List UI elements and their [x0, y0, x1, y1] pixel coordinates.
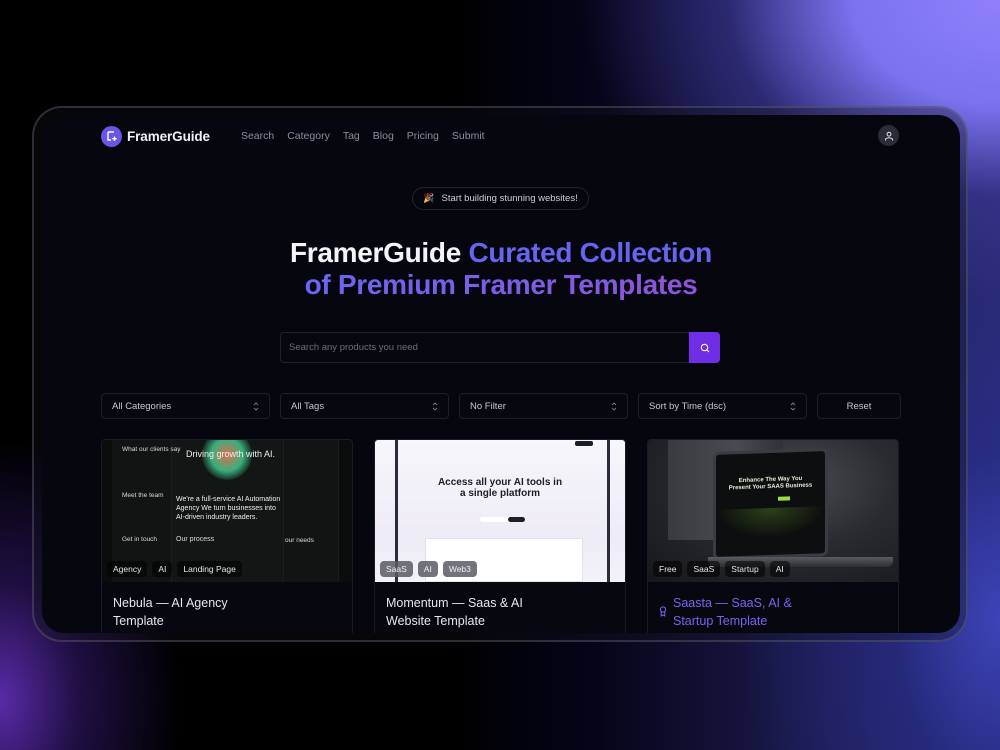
tag[interactable]: Web3 — [442, 561, 477, 577]
template-thumbnail[interactable]: Access all your AI tools in a single pla… — [375, 440, 625, 582]
tag[interactable]: SaaS — [687, 561, 721, 577]
party-popper-icon: 🎉 — [423, 193, 435, 203]
preview-heading: a single platform — [459, 488, 540, 499]
nav-link-blog[interactable]: Blog — [373, 130, 394, 142]
tag[interactable]: Agency — [107, 561, 148, 577]
title-line-2: of Premium Framer Templates — [304, 269, 698, 300]
award-icon — [659, 604, 667, 622]
nav-link-category[interactable]: Category — [287, 130, 330, 142]
filter-bar: All Categories All Tags No Filter Sort b… — [101, 393, 901, 419]
nav-link-submit[interactable]: Submit — [452, 130, 485, 142]
card-title-line: Website Template — [386, 614, 485, 628]
chevron-up-down-icon — [611, 401, 617, 411]
sort-select-value: Sort by Time (dsc) — [649, 400, 727, 412]
user-account-button[interactable] — [878, 125, 899, 146]
preview-cta — [575, 441, 593, 446]
nav-link-pricing[interactable]: Pricing — [407, 130, 439, 142]
template-thumbnail[interactable]: What our clients say Meet the team Get i… — [102, 440, 352, 582]
title-brand: FramerGuide — [290, 237, 461, 268]
preview-body: We're a full-service AI Automation Agenc… — [176, 496, 281, 521]
preview-divider — [607, 440, 610, 582]
template-grid: What our clients say Meet the team Get i… — [101, 439, 899, 633]
tags-select[interactable]: All Tags — [280, 393, 449, 419]
category-select[interactable]: All Categories — [101, 393, 270, 419]
preview-button — [508, 517, 525, 522]
nav-link-search[interactable]: Search — [241, 130, 274, 142]
nav-links: Search Category Tag Blog Pricing Submit — [241, 130, 498, 142]
preview-cta — [778, 496, 790, 501]
search-button[interactable] — [689, 332, 720, 363]
chevron-up-down-icon — [253, 401, 259, 411]
tag[interactable]: Free — [653, 561, 683, 577]
tag[interactable]: SaaS — [380, 561, 413, 577]
category-select-value: All Categories — [112, 400, 172, 412]
filter-select-value: No Filter — [470, 400, 506, 412]
template-card-momentum[interactable]: Access all your AI tools in a single pla… — [374, 439, 626, 633]
card-title-line: Template — [113, 614, 164, 628]
preview-label: Meet the team — [122, 492, 164, 499]
preview-heading: Driving growth with AI. — [186, 449, 276, 459]
browser-screen: FramerGuide Search Category Tag Blog Pri… — [42, 115, 960, 633]
tag[interactable]: AI — [769, 561, 790, 577]
tag[interactable]: Landing Page — [177, 561, 242, 577]
nav-link-tag[interactable]: Tag — [343, 130, 360, 142]
announcement-badge: 🎉 Start building stunning websites! — [412, 187, 589, 210]
badge-text: Start building stunning websites! — [441, 193, 578, 204]
preview-heading: Access all your AI tools in — [437, 477, 563, 488]
chevron-up-down-icon — [432, 401, 438, 411]
tag[interactable]: AI — [152, 561, 173, 577]
card-title[interactable]: Saasta — SaaS, AI & Startup Template — [648, 582, 898, 633]
preview-heading: Enhance The Way You Present Your SAAS Bu… — [716, 475, 825, 493]
template-card-nebula[interactable]: What our clients say Meet the team Get i… — [101, 439, 353, 633]
reset-button[interactable]: Reset — [817, 393, 901, 419]
template-thumbnail[interactable]: Enhance The Way You Present Your SAAS Bu… — [648, 440, 898, 582]
search-input[interactable] — [281, 333, 689, 362]
preview-label: What our clients say — [122, 446, 181, 453]
logo-icon[interactable] — [101, 125, 122, 147]
page-title: FramerGuide Curated Collection of Premiu… — [42, 237, 960, 301]
user-icon — [884, 131, 893, 140]
preview-column — [284, 440, 339, 582]
card-title[interactable]: Nebula — AI Agency Template — [102, 582, 352, 633]
card-title[interactable]: Momentum — Saas & AI Website Template — [375, 582, 625, 633]
card-title-line: Startup Template — [673, 614, 768, 628]
preview-laptop: Enhance The Way You Present Your SAAS Bu… — [713, 447, 828, 561]
tag-list: Free SaaS Startup AI — [653, 561, 790, 577]
top-nav: FramerGuide Search Category Tag Blog Pri… — [101, 125, 498, 147]
preview-label: our needs — [285, 537, 314, 544]
tags-select-value: All Tags — [291, 400, 325, 412]
chevron-up-down-icon — [790, 401, 796, 411]
preview-label: Get in touch — [122, 536, 158, 543]
tag[interactable]: Startup — [725, 561, 765, 577]
card-title-line: Saasta — SaaS, AI & — [673, 596, 792, 610]
sort-select[interactable]: Sort by Time (dsc) — [638, 393, 807, 419]
tag[interactable]: AI — [417, 561, 438, 577]
template-card-saasta[interactable]: Enhance The Way You Present Your SAAS Bu… — [647, 439, 899, 633]
title-highlight: Curated Collection — [468, 237, 712, 268]
filter-select[interactable]: No Filter — [459, 393, 628, 419]
card-title-line: Momentum — Saas & AI — [386, 596, 523, 610]
search-bar — [280, 332, 720, 363]
preview-glow — [716, 506, 825, 540]
brand-name[interactable]: FramerGuide — [127, 129, 210, 144]
card-title-line: Nebula — AI Agency — [113, 596, 228, 610]
tag-list: Agency AI Landing Page — [107, 561, 242, 577]
preview-label: Our process — [176, 536, 215, 543]
search-icon — [700, 343, 709, 352]
tag-list: SaaS AI Web3 — [380, 561, 477, 577]
